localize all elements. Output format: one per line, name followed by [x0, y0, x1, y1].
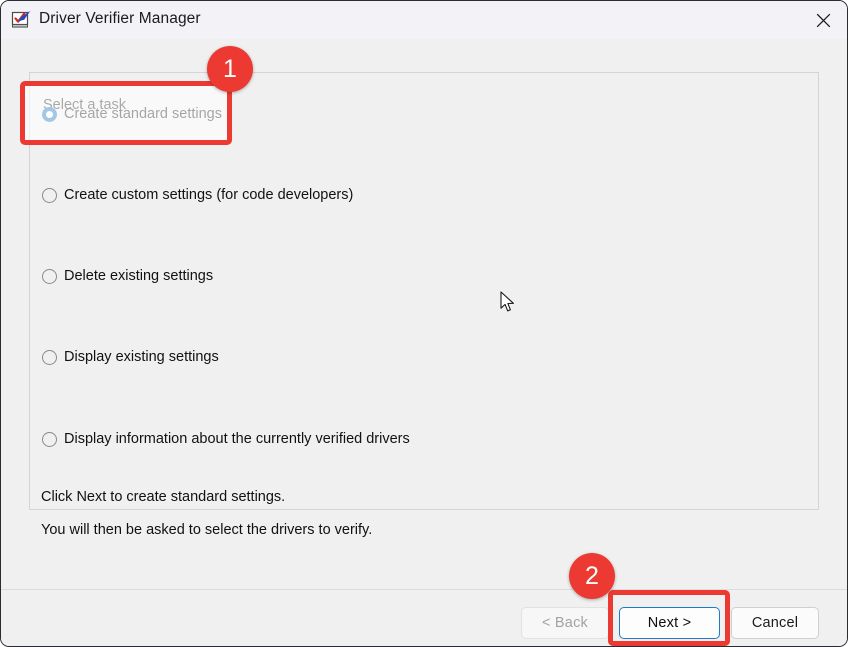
- radio-label: Display existing settings: [64, 349, 219, 365]
- back-button[interactable]: < Back: [521, 607, 609, 639]
- title-bar: Driver Verifier Manager: [1, 1, 847, 39]
- window-title: Driver Verifier Manager: [39, 10, 201, 27]
- radio-indicator: [42, 431, 57, 447]
- annotation-badge-1: 1: [207, 46, 253, 92]
- radio-display-existing-settings[interactable]: Display existing settings: [42, 347, 219, 367]
- radio-indicator: [42, 187, 57, 203]
- radio-delete-existing-settings[interactable]: Delete existing settings: [42, 266, 213, 286]
- radio-label: Delete existing settings: [64, 268, 214, 284]
- radio-indicator-selected: [42, 106, 57, 122]
- description-line-1: Click Next to create standard settings.: [41, 489, 286, 505]
- screenshot-root: Driver Verifier Manager Select a task Cr…: [0, 0, 848, 647]
- radio-indicator: [42, 268, 57, 284]
- radio-label: Create standard settings: [64, 106, 222, 122]
- radio-indicator: [42, 349, 57, 365]
- annotation-badge-2: 2: [569, 553, 615, 599]
- description-line-2: You will then be asked to select the dri…: [41, 522, 373, 538]
- radio-create-custom-settings[interactable]: Create custom settings (for code develop…: [42, 185, 353, 205]
- radio-label: Display information about the currently …: [64, 431, 410, 447]
- driver-verifier-icon: [11, 10, 32, 29]
- dialog-button-bar: < Back Next > Cancel: [1, 589, 847, 646]
- driver-verifier-manager-window: Driver Verifier Manager Select a task Cr…: [0, 0, 848, 647]
- close-icon[interactable]: [799, 1, 847, 39]
- radio-label: Create custom settings (for code develop…: [64, 187, 354, 203]
- cancel-button[interactable]: Cancel: [731, 607, 819, 639]
- radio-display-verified-drivers-info[interactable]: Display information about the currently …: [42, 429, 410, 449]
- radio-create-standard-settings[interactable]: Create standard settings: [42, 104, 222, 124]
- next-button[interactable]: Next >: [619, 607, 720, 639]
- dialog-body: Select a task Create standard settings C…: [1, 39, 847, 589]
